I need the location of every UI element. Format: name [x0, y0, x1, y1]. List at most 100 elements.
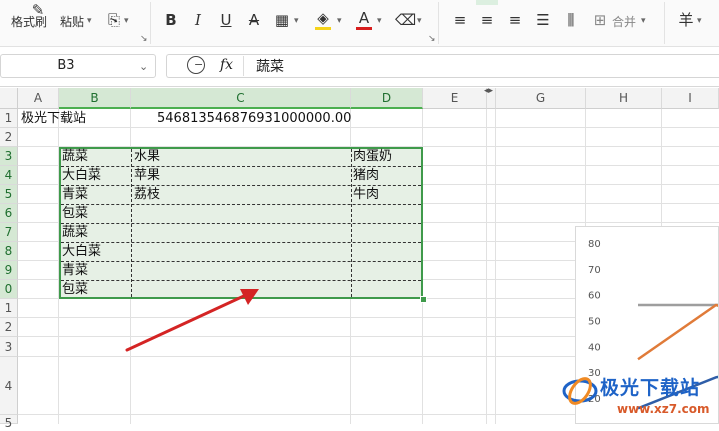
y-tick-label: 60 — [588, 291, 601, 302]
font-color-swatch — [356, 27, 372, 30]
name-box-value: B3 — [57, 58, 75, 73]
column-header-i[interactable]: I — [662, 88, 719, 109]
row-header[interactable]: 0 — [0, 280, 18, 299]
cell-b7[interactable]: 蔬菜 — [62, 224, 88, 242]
formula-input[interactable]: 蔬菜 — [256, 56, 284, 76]
clear-dropdown-icon[interactable]: ▾ — [417, 16, 422, 26]
paste-button[interactable]: 粘贴 — [60, 13, 84, 30]
y-tick-label: 80 — [588, 239, 601, 250]
ribbon-divider — [664, 2, 665, 44]
dashed-border — [61, 261, 421, 262]
row-header[interactable]: 9 — [0, 261, 18, 280]
font-color-dropdown-icon[interactable]: ▾ — [377, 16, 382, 26]
series-line-1[interactable] — [637, 303, 718, 361]
cell-d5[interactable]: 牛肉 — [353, 186, 379, 204]
cell-b8[interactable]: 大白菜 — [62, 243, 101, 261]
row-header[interactable]: 4 — [0, 166, 18, 185]
name-box[interactable]: B3 ⌄ — [0, 54, 156, 78]
row-header[interactable]: 1 — [0, 109, 18, 128]
cell-c3[interactable]: 水果 — [134, 148, 160, 166]
gridline — [495, 109, 496, 424]
cell-b10[interactable]: 包菜 — [62, 281, 88, 299]
row-header[interactable]: 6 — [0, 204, 18, 223]
column-header-h[interactable]: H — [586, 88, 662, 109]
justify-icon[interactable]: ☰ — [533, 10, 553, 30]
ribbon-divider — [150, 2, 151, 44]
dashed-border — [61, 204, 421, 205]
cell-d3[interactable]: 肉蛋奶 — [353, 148, 392, 166]
y-tick-label: 50 — [588, 317, 601, 328]
cell-c5[interactable]: 荔枝 — [134, 186, 160, 204]
border-icon[interactable]: ▦ — [272, 10, 292, 30]
column-header-b[interactable]: B — [59, 88, 131, 109]
align-center-icon[interactable]: ≡ — [477, 10, 497, 30]
insert-function-button[interactable]: fx — [220, 57, 233, 73]
bold-button[interactable]: B — [161, 10, 181, 30]
copy-dropdown-icon[interactable]: ▾ — [124, 16, 129, 26]
merge-button[interactable]: 合并 — [612, 13, 636, 30]
row-header[interactable]: 4 — [0, 357, 18, 415]
merge-dropdown-icon[interactable]: ▾ — [641, 16, 646, 26]
font-expand-icon[interactable]: ↘ — [428, 34, 436, 44]
ribbon-toolbar: ✎ 格式刷 粘贴 ▾ ⎘ ▾ ↘ B I U A ▦ ▾ ◈ ▾ A ▾ ⌫ ▾… — [0, 0, 719, 47]
row-header[interactable]: 3 — [0, 337, 18, 357]
column-header-c[interactable]: C — [131, 88, 351, 109]
eraser-icon[interactable]: ⌫ — [395, 10, 416, 30]
series-line-0[interactable] — [638, 297, 718, 307]
currency-dropdown-icon[interactable]: ▾ — [697, 16, 702, 26]
cell-b6[interactable]: 包菜 — [62, 205, 88, 223]
cell-c1[interactable]: 546813546876931000000.00 — [157, 110, 351, 128]
annotation-arrow — [125, 289, 259, 352]
row-header[interactable]: 3 — [0, 147, 18, 166]
column-header-g[interactable]: G — [496, 88, 586, 109]
row-header[interactable]: 2 — [0, 318, 18, 337]
italic-button[interactable]: I — [188, 10, 208, 30]
fill-handle[interactable] — [420, 296, 427, 303]
fill-color-dropdown-icon[interactable]: ▾ — [337, 16, 342, 26]
row-header[interactable]: 7 — [0, 223, 18, 242]
cell-b4[interactable]: 大白菜 — [62, 167, 101, 185]
border-dropdown-icon[interactable]: ▾ — [294, 16, 299, 26]
column-header-a[interactable]: A — [18, 88, 59, 109]
distributed-align-icon[interactable]: ⫼ — [561, 10, 581, 30]
row-header[interactable]: 5 — [0, 185, 18, 204]
row-header[interactable]: 2 — [0, 128, 18, 147]
gridline — [486, 109, 487, 424]
cell-b5[interactable]: 青菜 — [62, 186, 88, 204]
watermark-logo — [562, 372, 598, 408]
align-right-icon[interactable]: ≡ — [505, 10, 525, 30]
cell-b9[interactable]: 青菜 — [62, 262, 88, 280]
column-header-d[interactable]: D — [351, 88, 423, 109]
cell-b3[interactable]: 蔬菜 — [62, 148, 88, 166]
cell-c4[interactable]: 苹果 — [134, 167, 160, 185]
gridline — [18, 127, 719, 128]
row-header[interactable]: 8 — [0, 242, 18, 261]
paste-dropdown-icon[interactable]: ▾ — [87, 16, 92, 26]
dashed-border — [61, 242, 421, 243]
formula-input-frame — [166, 54, 719, 78]
fill-color-swatch — [315, 27, 331, 30]
strikethrough-button[interactable]: A — [244, 10, 264, 30]
zoom-icon-minus: − — [194, 58, 204, 71]
row-header[interactable]: 5 — [0, 415, 18, 430]
select-all-corner[interactable] — [0, 88, 18, 109]
font-color-icon[interactable]: A — [354, 8, 374, 28]
hidden-column-icon[interactable]: ◂▸ — [484, 86, 493, 96]
clipboard-expand-icon[interactable]: ↘ — [140, 34, 148, 44]
name-box-dropdown-icon[interactable]: ⌄ — [139, 60, 148, 73]
align-left-icon[interactable]: ≡ — [450, 10, 470, 30]
ribbon-divider — [438, 2, 439, 44]
cell-d4[interactable]: 猪肉 — [353, 167, 379, 185]
format-painter-button[interactable]: 格式刷 — [11, 13, 47, 30]
currency-button[interactable]: 羊 — [676, 10, 696, 30]
fill-color-icon[interactable]: ◈ — [312, 8, 334, 28]
dashed-border — [61, 223, 421, 224]
watermark-url: www.xz7.com — [617, 402, 710, 416]
copy-icon[interactable]: ⎘ — [104, 10, 124, 30]
merge-icon[interactable]: ⊞ — [591, 10, 609, 30]
column-header-e[interactable]: E — [423, 88, 487, 109]
cell-a1[interactable]: 极光下载站 — [21, 110, 86, 128]
row-header[interactable]: 1 — [0, 299, 18, 318]
dashed-border — [131, 149, 132, 297]
underline-button[interactable]: U — [216, 10, 236, 30]
